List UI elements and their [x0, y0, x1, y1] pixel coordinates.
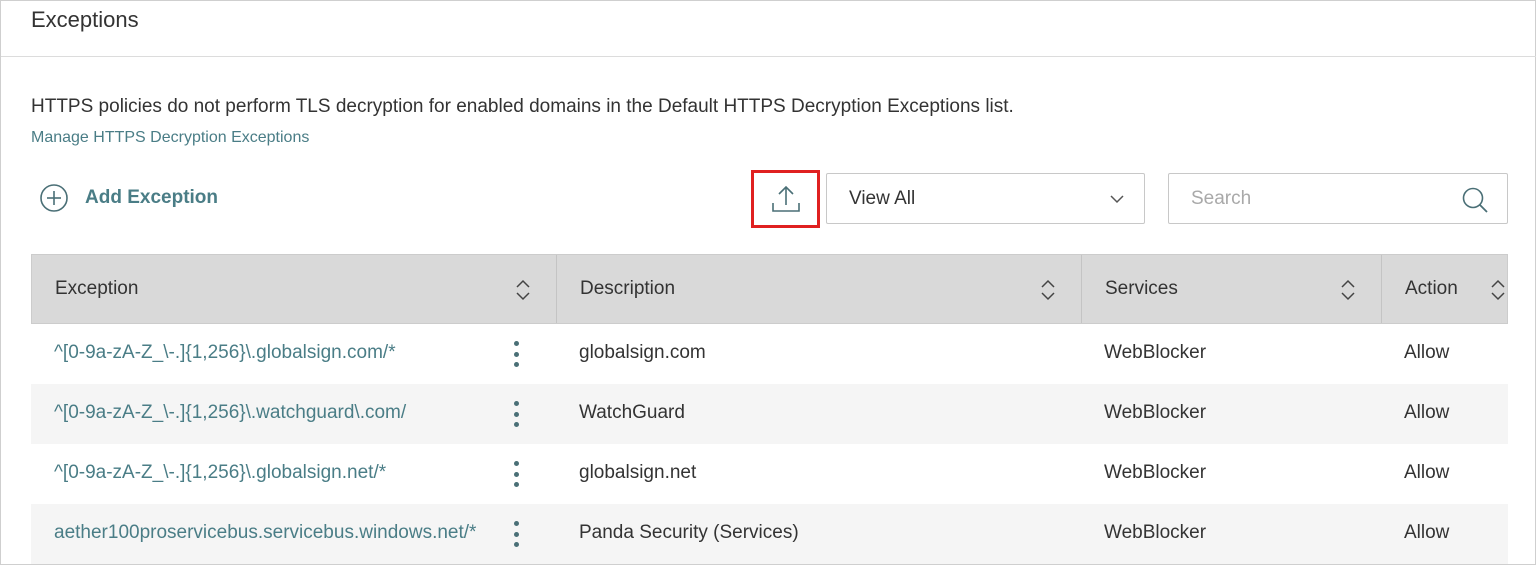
add-exception-button[interactable]: Add Exception [39, 182, 218, 214]
sort-icon [1341, 279, 1355, 301]
table-row[interactable]: ^[0-9a-zA-Z_\-.]{1,256}\.globalsign.net/… [31, 444, 1508, 504]
view-filter-value: View All [849, 188, 916, 209]
table-header: Exception Description Services Action [31, 254, 1508, 324]
column-label: Description [580, 278, 676, 299]
column-header-action[interactable]: Action [1382, 255, 1508, 323]
kebab-menu-icon[interactable] [509, 520, 523, 548]
exceptions-panel: Exceptions HTTPS policies do not perform… [0, 0, 1536, 565]
column-header-description[interactable]: Description [557, 255, 1082, 323]
exception-link[interactable]: ^[0-9a-zA-Z_\-.]{1,256}\.globalsign.net/… [54, 462, 386, 484]
search-icon[interactable] [1461, 186, 1489, 214]
description-text: HTTPS policies do not perform TLS decryp… [31, 96, 1014, 117]
export-button[interactable] [751, 170, 820, 228]
services-cell: WebBlocker [1104, 342, 1207, 363]
exception-link[interactable]: ^[0-9a-zA-Z_\-.]{1,256}\.watchguard\.com… [54, 402, 406, 424]
services-cell: WebBlocker [1104, 462, 1207, 483]
column-header-exception[interactable]: Exception [32, 255, 557, 323]
services-cell: WebBlocker [1104, 522, 1207, 543]
table-row[interactable]: ^[0-9a-zA-Z_\-.]{1,256}\.globalsign.com/… [31, 324, 1508, 384]
exception-link[interactable]: ^[0-9a-zA-Z_\-.]{1,256}\.globalsign.com/… [54, 342, 396, 364]
action-cell: Allow [1404, 522, 1450, 543]
exceptions-table: Exception Description Services Action ^[… [31, 254, 1508, 565]
column-label: Services [1105, 278, 1178, 299]
chevron-down-icon [1110, 195, 1124, 204]
description-cell: WatchGuard [579, 402, 685, 423]
manage-exceptions-link[interactable]: Manage HTTPS Decryption Exceptions [31, 129, 309, 147]
sort-icon [1491, 279, 1505, 301]
exception-link[interactable]: aether100proservicebus.servicebus.window… [54, 522, 476, 544]
action-cell: Allow [1404, 402, 1450, 423]
description-cell: Panda Security (Services) [579, 522, 799, 543]
column-header-services[interactable]: Services [1082, 255, 1382, 323]
page-title: Exceptions [31, 7, 139, 32]
view-filter-dropdown[interactable]: View All [826, 173, 1145, 224]
add-exception-label: Add Exception [85, 187, 219, 208]
description-cell: globalsign.net [579, 462, 697, 483]
action-cell: Allow [1404, 462, 1450, 483]
kebab-menu-icon[interactable] [509, 460, 523, 488]
services-cell: WebBlocker [1104, 402, 1207, 423]
kebab-menu-icon[interactable] [509, 400, 523, 428]
kebab-menu-icon[interactable] [509, 340, 523, 368]
table-row[interactable]: aether100proservicebus.servicebus.window… [31, 504, 1508, 564]
search-box [1168, 173, 1508, 224]
sort-icon [1041, 279, 1055, 301]
table-row[interactable]: ^[0-9a-zA-Z_\-.]{1,256}\.watchguard\.com… [31, 384, 1508, 444]
column-label: Exception [55, 278, 139, 299]
action-cell: Allow [1404, 342, 1450, 363]
description-cell: globalsign.com [579, 342, 706, 363]
upload-icon [771, 185, 800, 212]
plus-circle-icon [40, 184, 68, 212]
column-label: Action [1405, 278, 1458, 299]
search-input[interactable] [1169, 174, 1449, 223]
panel-header: Exceptions [1, 1, 1536, 57]
sort-icon [516, 279, 530, 301]
